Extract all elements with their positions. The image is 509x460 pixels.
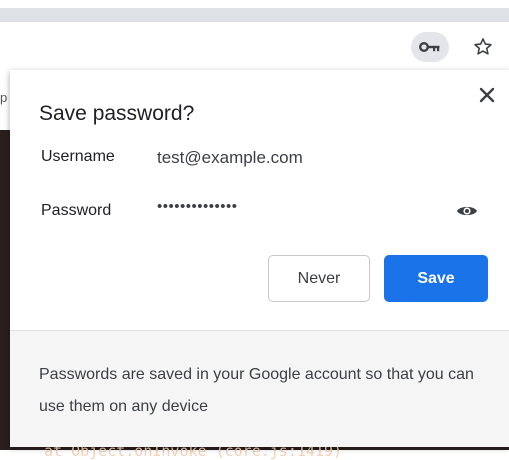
password-key-button[interactable] xyxy=(411,32,449,62)
never-button[interactable]: Never xyxy=(268,255,370,302)
footer-info-text: Passwords are saved in your Google accou… xyxy=(39,366,474,415)
password-label: Password xyxy=(41,202,112,219)
page-edge-white: p xyxy=(0,72,10,130)
close-icon xyxy=(479,87,495,103)
tab-strip xyxy=(0,8,509,22)
bookmark-star-button[interactable] xyxy=(466,32,500,62)
save-button[interactable]: Save xyxy=(384,255,488,302)
username-label: Username xyxy=(41,148,115,165)
browser-toolbar xyxy=(0,22,509,72)
dialog-title: Save password? xyxy=(39,102,195,125)
show-password-button[interactable] xyxy=(454,200,480,222)
page-edge-text: p xyxy=(0,90,8,105)
key-icon xyxy=(419,42,440,52)
save-password-dialog: Save password? Username test@example.com… xyxy=(10,70,509,447)
dialog-footer: Passwords are saved in your Google accou… xyxy=(10,330,509,447)
close-button[interactable] xyxy=(474,82,500,108)
eye-icon xyxy=(457,206,477,216)
username-field[interactable]: test@example.com xyxy=(157,148,303,168)
star-icon xyxy=(474,38,492,55)
password-field[interactable]: •••••••••••••• xyxy=(157,198,238,215)
